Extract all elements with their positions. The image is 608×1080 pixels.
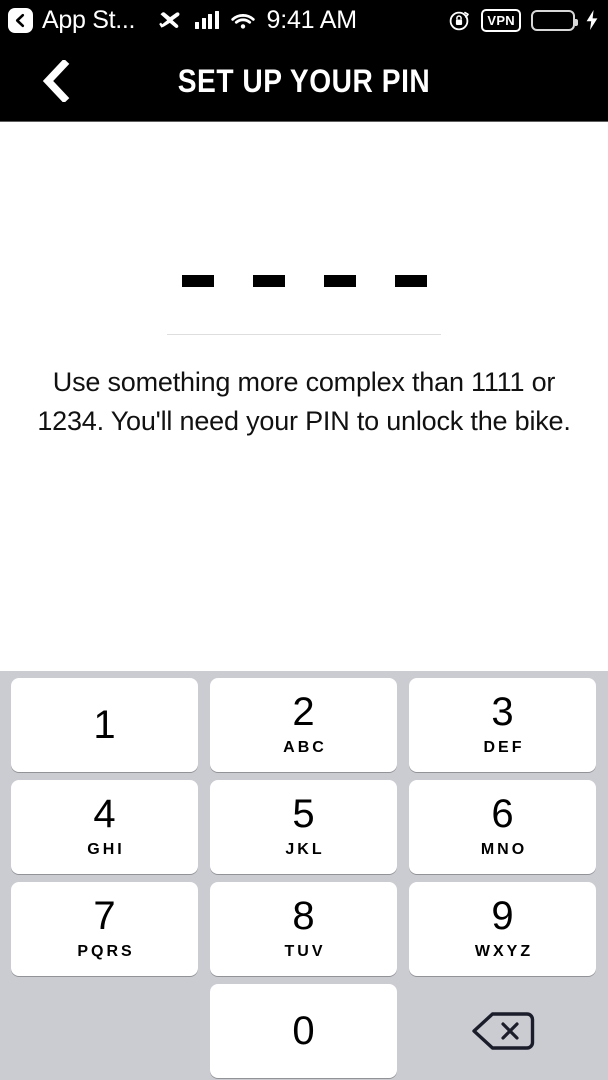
key-7-digit: 7 xyxy=(93,893,116,938)
status-bar-center-group: 9:41 AM xyxy=(158,0,357,40)
key-1-digit: 1 xyxy=(93,703,116,747)
status-bar: App St... 9:41 AM VPN xyxy=(0,0,608,40)
key-6[interactable]: 6 MNO xyxy=(409,780,596,874)
pin-digit-3 xyxy=(323,275,356,287)
key-4-letters: GHI xyxy=(87,840,125,858)
key-5-letters: JKL xyxy=(285,840,325,858)
backspace-delete-icon xyxy=(471,1012,534,1050)
rotation-lock-icon xyxy=(450,11,470,30)
key-9-digit: 9 xyxy=(491,893,514,938)
key-0-digit: 0 xyxy=(292,1009,315,1053)
chevron-left-icon xyxy=(15,13,25,27)
status-bar-left-group: App St... xyxy=(0,6,135,35)
phone-screen: App St... 9:41 AM VPN SET UP YOUR PIN Us… xyxy=(0,0,608,1080)
pin-hint-text: Use something more complex than 1111 or … xyxy=(37,367,571,436)
key-3-digit: 3 xyxy=(491,689,514,734)
pin-digit-1 xyxy=(181,275,214,287)
pin-digit-placeholders[interactable] xyxy=(0,275,608,287)
delete-key[interactable] xyxy=(409,984,596,1078)
key-8-letters: TUV xyxy=(284,942,326,960)
status-bar-right-group: VPN xyxy=(448,0,599,40)
key-2-digit: 2 xyxy=(292,689,315,734)
airplane-mode-icon xyxy=(159,12,180,28)
nav-header: SET UP YOUR PIN xyxy=(0,40,608,122)
numeric-keypad: 1 2 ABC 3 DEF 4 GHI 5 JKL 6 MNO 7 PQRS 8… xyxy=(0,671,608,1080)
key-2-letters: ABC xyxy=(283,738,327,756)
status-bar-back-to-app-button[interactable] xyxy=(8,7,33,33)
key-8-digit: 8 xyxy=(292,893,315,938)
status-bar-clock: 9:41 AM xyxy=(266,5,358,34)
key-6-digit: 6 xyxy=(491,791,514,836)
pin-digit-2 xyxy=(252,275,285,287)
key-7-letters: PQRS xyxy=(77,942,135,960)
key-9[interactable]: 9 WXYZ xyxy=(409,882,596,976)
key-7[interactable]: 7 PQRS xyxy=(11,882,198,976)
status-bar-app-name[interactable]: App St... xyxy=(42,6,135,35)
pin-entry-section: Use something more complex than 1111 or … xyxy=(0,123,608,671)
key-5[interactable]: 5 JKL xyxy=(210,780,397,874)
page-title: SET UP YOUR PIN xyxy=(177,62,431,99)
keypad-row-2: 4 GHI 5 JKL 6 MNO xyxy=(0,780,608,874)
cellular-signal-icon xyxy=(195,11,219,29)
battery-icon xyxy=(531,9,578,31)
key-8[interactable]: 8 TUV xyxy=(210,882,397,976)
keypad-row-4: 0 xyxy=(0,984,608,1078)
keypad-empty-slot xyxy=(11,984,198,1078)
key-3-letters: DEF xyxy=(483,738,525,756)
wifi-icon xyxy=(230,14,255,29)
key-6-letters: MNO xyxy=(480,840,528,858)
key-0[interactable]: 0 xyxy=(210,984,397,1078)
vpn-badge: VPN xyxy=(481,8,521,32)
key-4[interactable]: 4 GHI xyxy=(11,780,198,874)
key-9-letters: WXYZ xyxy=(474,942,534,960)
pin-digit-4 xyxy=(394,275,427,287)
key-1[interactable]: 1 xyxy=(11,678,198,772)
keypad-row-1: 1 2 ABC 3 DEF xyxy=(0,678,608,772)
key-4-digit: 4 xyxy=(93,791,116,836)
lightning-bolt-icon xyxy=(586,10,598,30)
keypad-row-3: 7 PQRS 8 TUV 9 WXYZ xyxy=(0,882,608,976)
pin-field-underline xyxy=(167,334,441,335)
key-5-digit: 5 xyxy=(292,791,315,836)
key-3[interactable]: 3 DEF xyxy=(409,678,596,772)
key-2[interactable]: 2 ABC xyxy=(210,678,397,772)
